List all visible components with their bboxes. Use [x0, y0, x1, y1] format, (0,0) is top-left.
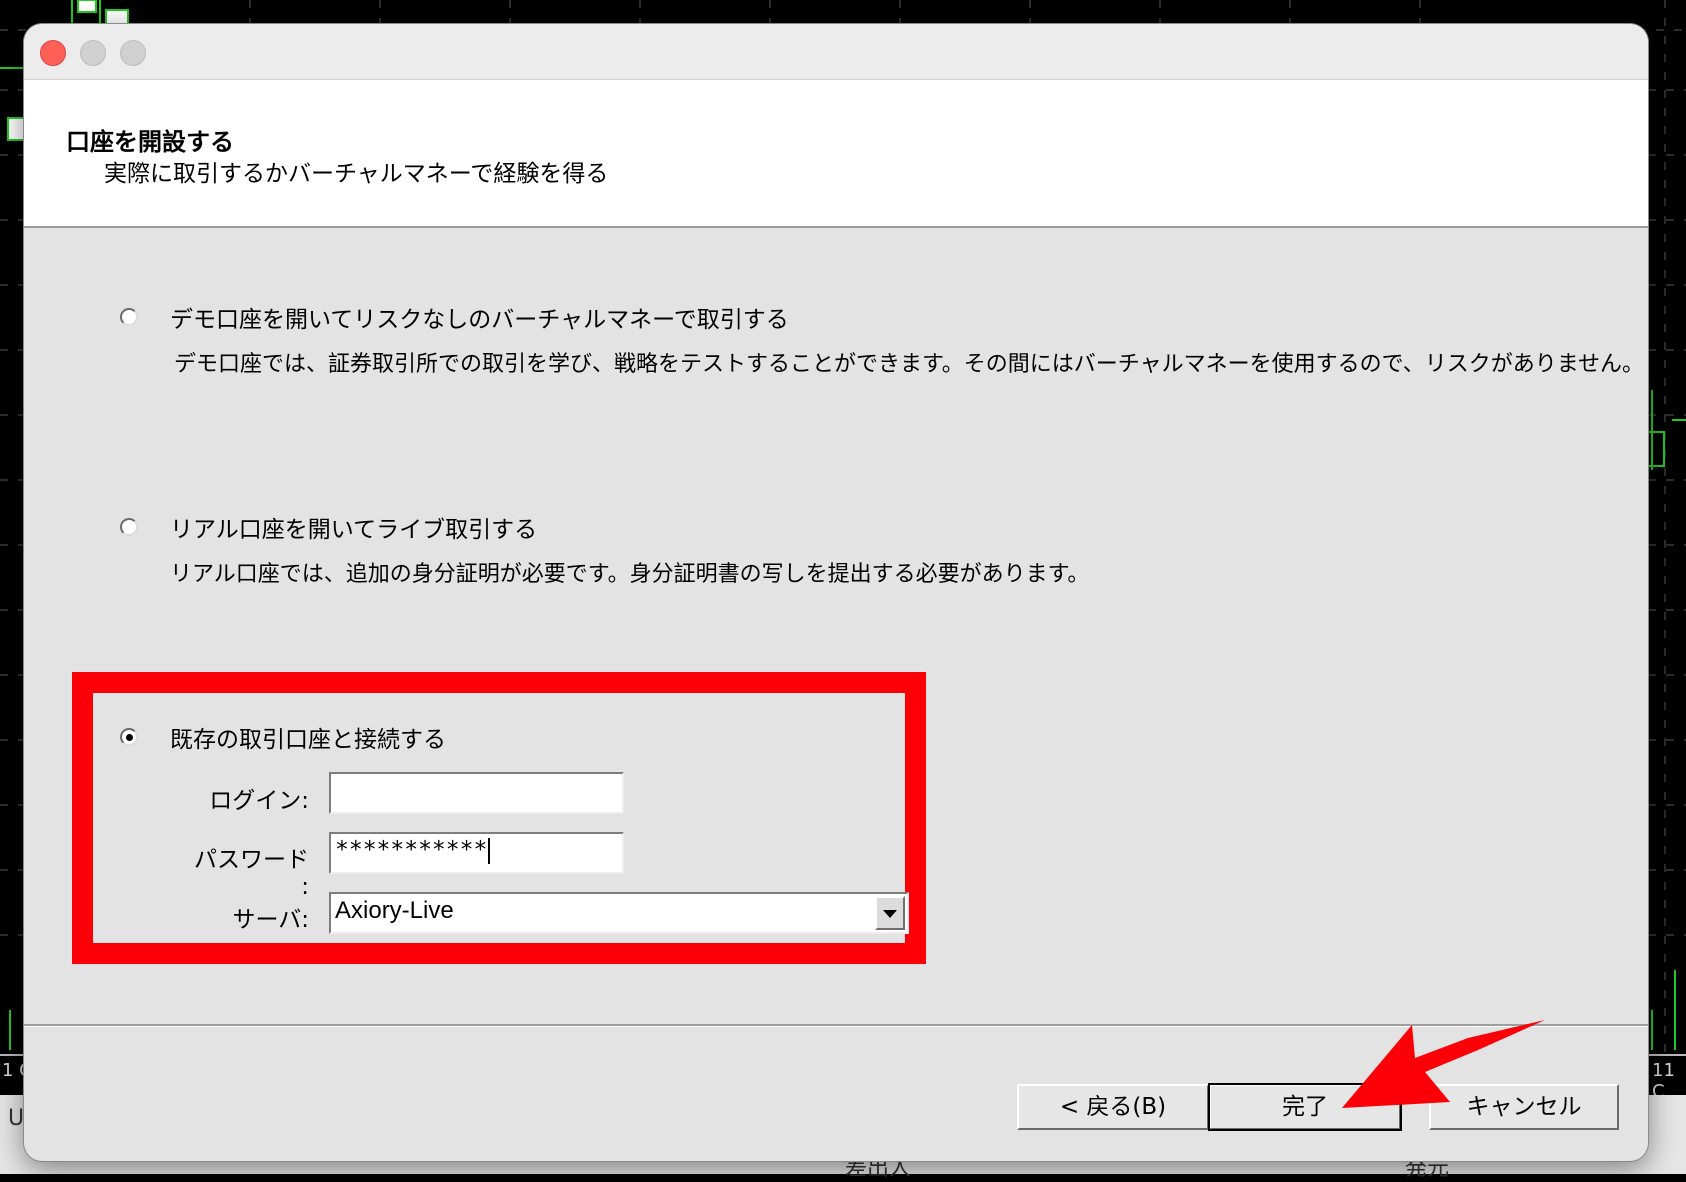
title-bar[interactable]	[24, 24, 1648, 80]
demo-account-description: デモ口座では、証券取引所での取引を学び、戦略をテストすることができます。その間に…	[174, 352, 1645, 377]
page-subtitle: 実際に取引するかバーチャルマネーで経験を得る	[104, 161, 609, 187]
demo-account-label[interactable]: デモ口座を開いてリスクなしのバーチャルマネーで取引する	[170, 300, 789, 334]
back-button[interactable]: < 戻る(B)	[1017, 1084, 1209, 1130]
password-input[interactable]: ***********	[329, 832, 624, 874]
zoom-window-button[interactable]	[120, 40, 146, 66]
existing-account-radio[interactable]	[120, 728, 138, 746]
wizard-header: 口座を開設する 実際に取引するかバーチャルマネーで経験を得る	[24, 80, 1648, 228]
server-label: サーバ:	[232, 907, 309, 933]
real-account-description: リアル口座では、追加の身分証明が必要です。身分証明書の写しを提出する必要がありま…	[170, 562, 1090, 587]
login-label: ログイン:	[209, 788, 309, 814]
text-caret	[488, 837, 491, 864]
existing-account-label[interactable]: 既存の取引口座と接続する	[170, 720, 446, 754]
radio-selected-dot	[126, 734, 133, 741]
finish-button[interactable]: 完了	[1208, 1083, 1402, 1131]
close-window-button[interactable]	[40, 40, 66, 66]
background-tab-label: U	[8, 1106, 25, 1131]
server-select-value: Axiory-Live	[335, 897, 454, 924]
login-input[interactable]	[329, 772, 624, 814]
real-account-radio[interactable]	[120, 518, 138, 536]
footer-divider	[24, 1024, 1648, 1027]
minimize-window-button[interactable]	[80, 40, 106, 66]
server-select[interactable]: Axiory-Live	[329, 892, 909, 934]
password-value: ***********	[335, 837, 488, 863]
chevron-down-icon[interactable]	[875, 896, 905, 930]
real-account-label[interactable]: リアル口座を開いてライブ取引する	[170, 510, 537, 544]
open-account-dialog: 口座を開設する 実際に取引するかバーチャルマネーで経験を得る デモ口座を開いてリ…	[24, 24, 1648, 1161]
cancel-button[interactable]: キャンセル	[1429, 1084, 1619, 1130]
page-title: 口座を開設する	[66, 128, 234, 156]
demo-account-radio[interactable]	[120, 308, 138, 326]
password-label: パスワード :	[194, 847, 309, 900]
